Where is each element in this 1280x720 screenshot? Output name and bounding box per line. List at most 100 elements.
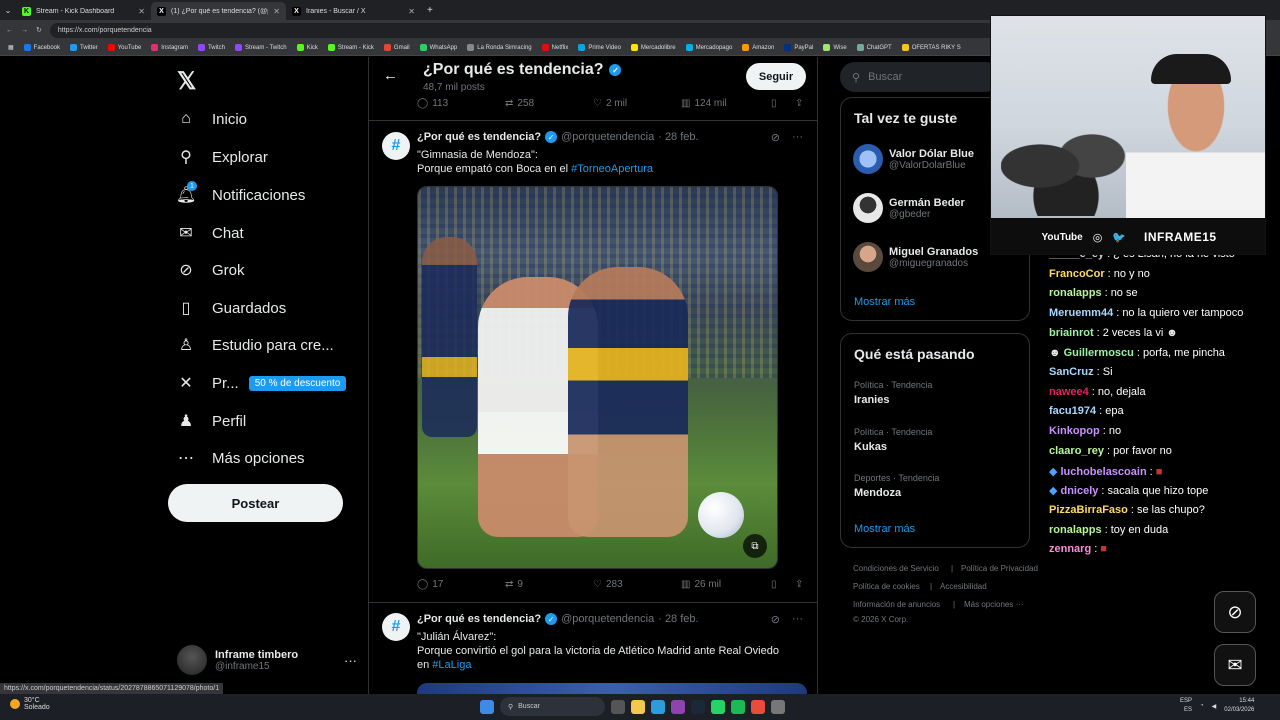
reply-button[interactable]: ◯ 113 [417, 98, 505, 109]
nav-home[interactable]: ⌂ Inicio [176, 109, 247, 129]
footer-link[interactable]: Condiciones de Servicio [853, 564, 939, 573]
bookmark[interactable]: OFERTAS RIKY S [901, 44, 961, 51]
bookmark[interactable]: Instagram [151, 44, 188, 51]
hashtag-link[interactable]: #TorneoApertura [571, 163, 653, 175]
post-button[interactable]: Postear [168, 484, 343, 522]
bookmark[interactable]: Stream - Kick [327, 44, 374, 51]
whatsapp-icon[interactable] [711, 699, 725, 714]
show-more-link[interactable]: Mostrar más [854, 523, 915, 535]
tweet-date[interactable]: · 28 feb. [658, 131, 698, 143]
new-tab-icon[interactable]: + [427, 5, 433, 16]
forward-nav-icon[interactable]: → [21, 27, 28, 34]
nav-bookmarks[interactable]: ▯ Guardados [176, 298, 287, 318]
volume-icon[interactable]: ◀ [1212, 703, 1217, 710]
like-button[interactable]: ♡ 2 mil [593, 98, 681, 109]
image-tools-icon[interactable]: ⧉ [743, 534, 767, 558]
apps-icon[interactable]: ▦ [8, 44, 14, 51]
tab-iranies[interactable]: X Iranies - Buscar / X ✕ [286, 2, 421, 20]
close-tab-icon[interactable]: ✕ [408, 7, 415, 16]
windows-start-icon[interactable] [480, 699, 494, 714]
share-icon[interactable]: ⇪ [795, 579, 803, 590]
tweet-photo[interactable] [417, 683, 807, 694]
like-button[interactable]: ♡ 283 [593, 579, 681, 590]
bookmark[interactable]: Mercadopago [685, 44, 732, 51]
footer-link[interactable]: Política de Privacidad [961, 564, 1038, 573]
tweet-handle[interactable]: @porquetendencia [561, 613, 654, 625]
bookmark[interactable]: YouTube [107, 44, 141, 51]
bookmark-icon[interactable]: ▯ [771, 98, 795, 109]
tweet-date[interactable]: · 28 feb. [658, 613, 698, 625]
suggested-account[interactable]: Miguel Granados @miguegranados [853, 242, 978, 272]
bookmark[interactable]: PayPal [784, 44, 813, 51]
tweet-author[interactable]: ¿Por qué es tendencia? [417, 131, 541, 143]
taskbar-search[interactable]: ⚲ Buscar [500, 697, 605, 716]
repost-button[interactable]: ⇄ 258 [505, 98, 593, 109]
back-arrow-icon[interactable]: ← [383, 67, 398, 84]
bookmark[interactable]: Facebook [23, 44, 60, 51]
app-icon[interactable] [771, 699, 785, 714]
tweet-avatar[interactable]: # [382, 132, 410, 160]
repost-button[interactable]: ⇄ 9 [505, 579, 593, 590]
trend-item[interactable]: Mendoza [854, 487, 901, 499]
messages-fab-icon[interactable]: ✉ [1214, 644, 1256, 686]
bookmark[interactable]: Mercadolibre [630, 44, 676, 51]
clock[interactable]: 15:44 02/03/2026 [1224, 697, 1254, 715]
views-button[interactable]: ▥ 124 mil [681, 98, 771, 109]
footer-link[interactable]: Más opciones ··· [964, 600, 1024, 609]
bookmark[interactable]: Gmail [383, 44, 410, 51]
footer-link[interactable]: Información de anuncios [853, 600, 940, 609]
bookmark[interactable]: La Ronda Simracing [467, 44, 532, 51]
url-field[interactable]: https://x.com/porquetendencia [49, 22, 1010, 38]
wifi-icon[interactable]: ◔ [1200, 703, 1204, 709]
obs-icon[interactable] [751, 699, 765, 714]
bookmark[interactable]: Netflix [541, 44, 568, 51]
nav-premium[interactable]: ✕ Pr... 50 % de descuento [176, 373, 347, 393]
tab-kick-dashboard[interactable]: K Stream - Kick Dashboard ✕ [16, 2, 151, 20]
trend-item[interactable]: Iranies [854, 394, 889, 406]
bookmark[interactable]: Kick [296, 44, 318, 51]
reload-icon[interactable]: ↻ [36, 26, 42, 34]
more-icon[interactable]: ··· [792, 131, 803, 144]
file-explorer-icon[interactable] [631, 699, 645, 714]
bookmark[interactable]: ChatGPT [856, 44, 892, 51]
footer-link[interactable]: Accesibilidad [940, 582, 987, 591]
tweet-photo[interactable]: ⧉ [417, 186, 778, 569]
share-icon[interactable]: ⇪ [795, 98, 803, 109]
close-tab-icon[interactable]: ✕ [138, 7, 145, 16]
tweet-author[interactable]: ¿Por qué es tendencia? [417, 613, 541, 625]
follow-button[interactable]: Seguir [746, 63, 806, 90]
suggested-account[interactable]: Germán Beder @gbeder [853, 193, 965, 223]
account-switcher[interactable]: Inframe timbero @inframe15 ··· [177, 643, 357, 677]
bookmark[interactable]: Stream - Twitch [234, 44, 287, 51]
more-icon[interactable]: ··· [792, 613, 803, 626]
nav-profile[interactable]: ♟ Perfil [176, 411, 246, 431]
bookmark[interactable]: Amazon [742, 44, 774, 51]
tweet-avatar[interactable]: # [382, 613, 410, 641]
hashtag-link[interactable]: #LaLiga [432, 659, 471, 671]
bookmark[interactable]: WhatsApp [419, 44, 457, 51]
weather-widget[interactable]: 30°C Soleado [10, 697, 50, 711]
discord-icon[interactable] [671, 699, 685, 714]
more-icon[interactable]: ··· [344, 653, 357, 668]
grok-icon[interactable]: ⊘ [771, 131, 780, 144]
edge-icon[interactable] [651, 699, 665, 714]
bookmark[interactable]: Twitch [197, 44, 225, 51]
close-tab-icon[interactable]: ✕ [273, 7, 280, 16]
bookmark-icon[interactable]: ▯ [771, 579, 795, 590]
bookmark[interactable]: Wise [823, 44, 847, 51]
nav-more[interactable]: ⋯ Más opciones [176, 448, 305, 468]
nav-creator-studio[interactable]: ♙ Estudio para cre... [176, 335, 334, 355]
search-input[interactable]: ⚲ Buscar [840, 62, 1000, 92]
steam-icon[interactable] [691, 699, 705, 714]
nav-chat[interactable]: ✉ Chat [176, 223, 243, 243]
tweet-handle[interactable]: @porquetendencia [561, 131, 654, 143]
grok-icon[interactable]: ⊘ [771, 613, 780, 626]
bookmark[interactable]: Prime Video [578, 44, 621, 51]
grok-fab-icon[interactable]: ⊘ [1214, 591, 1256, 633]
nav-grok[interactable]: ⊘ Grok [176, 260, 244, 280]
suggested-account[interactable]: Valor Dólar Blue @ValorDolarBlue [853, 144, 974, 174]
spotify-icon[interactable] [731, 699, 745, 714]
nav-explore[interactable]: ⚲ Explorar [176, 147, 268, 167]
tab-menu-icon[interactable]: ⌄ [0, 6, 16, 15]
footer-link[interactable]: Política de cookies [853, 582, 920, 591]
